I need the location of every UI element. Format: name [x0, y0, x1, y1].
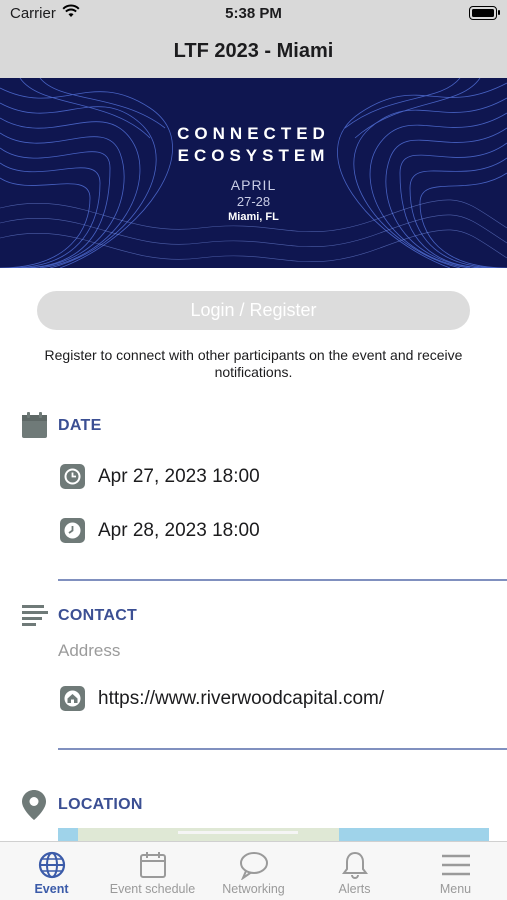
map-road: [178, 831, 298, 834]
text-lines-icon: [22, 605, 48, 632]
clock-icon: [60, 518, 85, 543]
location-section-title: LOCATION: [58, 796, 143, 813]
top-bar: Carrier 5:38 PM LTF 2023 - Miami: [0, 0, 507, 78]
tab-bar: Event Event schedule Networking Alerts M…: [0, 841, 507, 900]
home-icon: [60, 686, 85, 711]
chat-bubble-icon: [238, 850, 270, 881]
battery-icon: [469, 6, 500, 20]
hamburger-icon: [440, 850, 472, 880]
banner-title-line2: ECOSYSTEM: [177, 146, 330, 165]
wave-pattern: [0, 78, 507, 268]
divider: [58, 748, 507, 750]
tab-label: Event schedule: [109, 882, 196, 896]
globe-icon: [36, 850, 68, 880]
address-label: Address: [58, 641, 121, 660]
tab-label: Alerts: [338, 882, 371, 896]
tab-event-schedule[interactable]: Event schedule: [102, 842, 203, 900]
tab-label: Event: [34, 882, 69, 896]
register-note: Register to connect with other participa…: [44, 347, 463, 380]
page-title: LTF 2023 - Miami: [173, 40, 334, 62]
date-start: Apr 27, 2023 18:00: [98, 466, 260, 487]
map-water: [58, 828, 78, 842]
banner-days: 27-28: [236, 194, 271, 209]
date-end: Apr 28, 2023 18:00: [98, 520, 260, 541]
tab-event[interactable]: Event: [1, 842, 102, 900]
tab-networking[interactable]: Networking: [203, 842, 304, 900]
banner-place: Miami, FL: [228, 211, 279, 223]
tab-label: Networking: [222, 882, 285, 896]
divider: [58, 579, 507, 581]
banner-title-line1: CONNECTED: [177, 124, 330, 143]
tab-menu[interactable]: Menu: [405, 842, 506, 900]
bell-icon: [339, 850, 371, 880]
calendar-icon: [22, 412, 47, 443]
tab-label: Menu: [439, 882, 472, 896]
location-map[interactable]: [58, 828, 489, 842]
login-register-button[interactable]: Login / Register: [37, 291, 470, 330]
status-bar: Carrier 5:38 PM: [0, 0, 507, 28]
event-banner: CONNECTED ECOSYSTEM APRIL 27-28 Miami, F…: [0, 78, 507, 268]
location-pin-icon: [22, 790, 46, 825]
map-water: [339, 828, 489, 842]
website-link[interactable]: https://www.riverwoodcapital.com/: [98, 688, 384, 710]
tab-alerts[interactable]: Alerts: [304, 842, 405, 900]
calendar-icon: [137, 850, 169, 880]
clock-icon: [60, 464, 85, 489]
contact-section-title: CONTACT: [58, 607, 138, 624]
date-section-title: DATE: [58, 417, 102, 434]
banner-month: APRIL: [230, 177, 277, 193]
clock-time: 5:38 PM: [225, 5, 282, 22]
